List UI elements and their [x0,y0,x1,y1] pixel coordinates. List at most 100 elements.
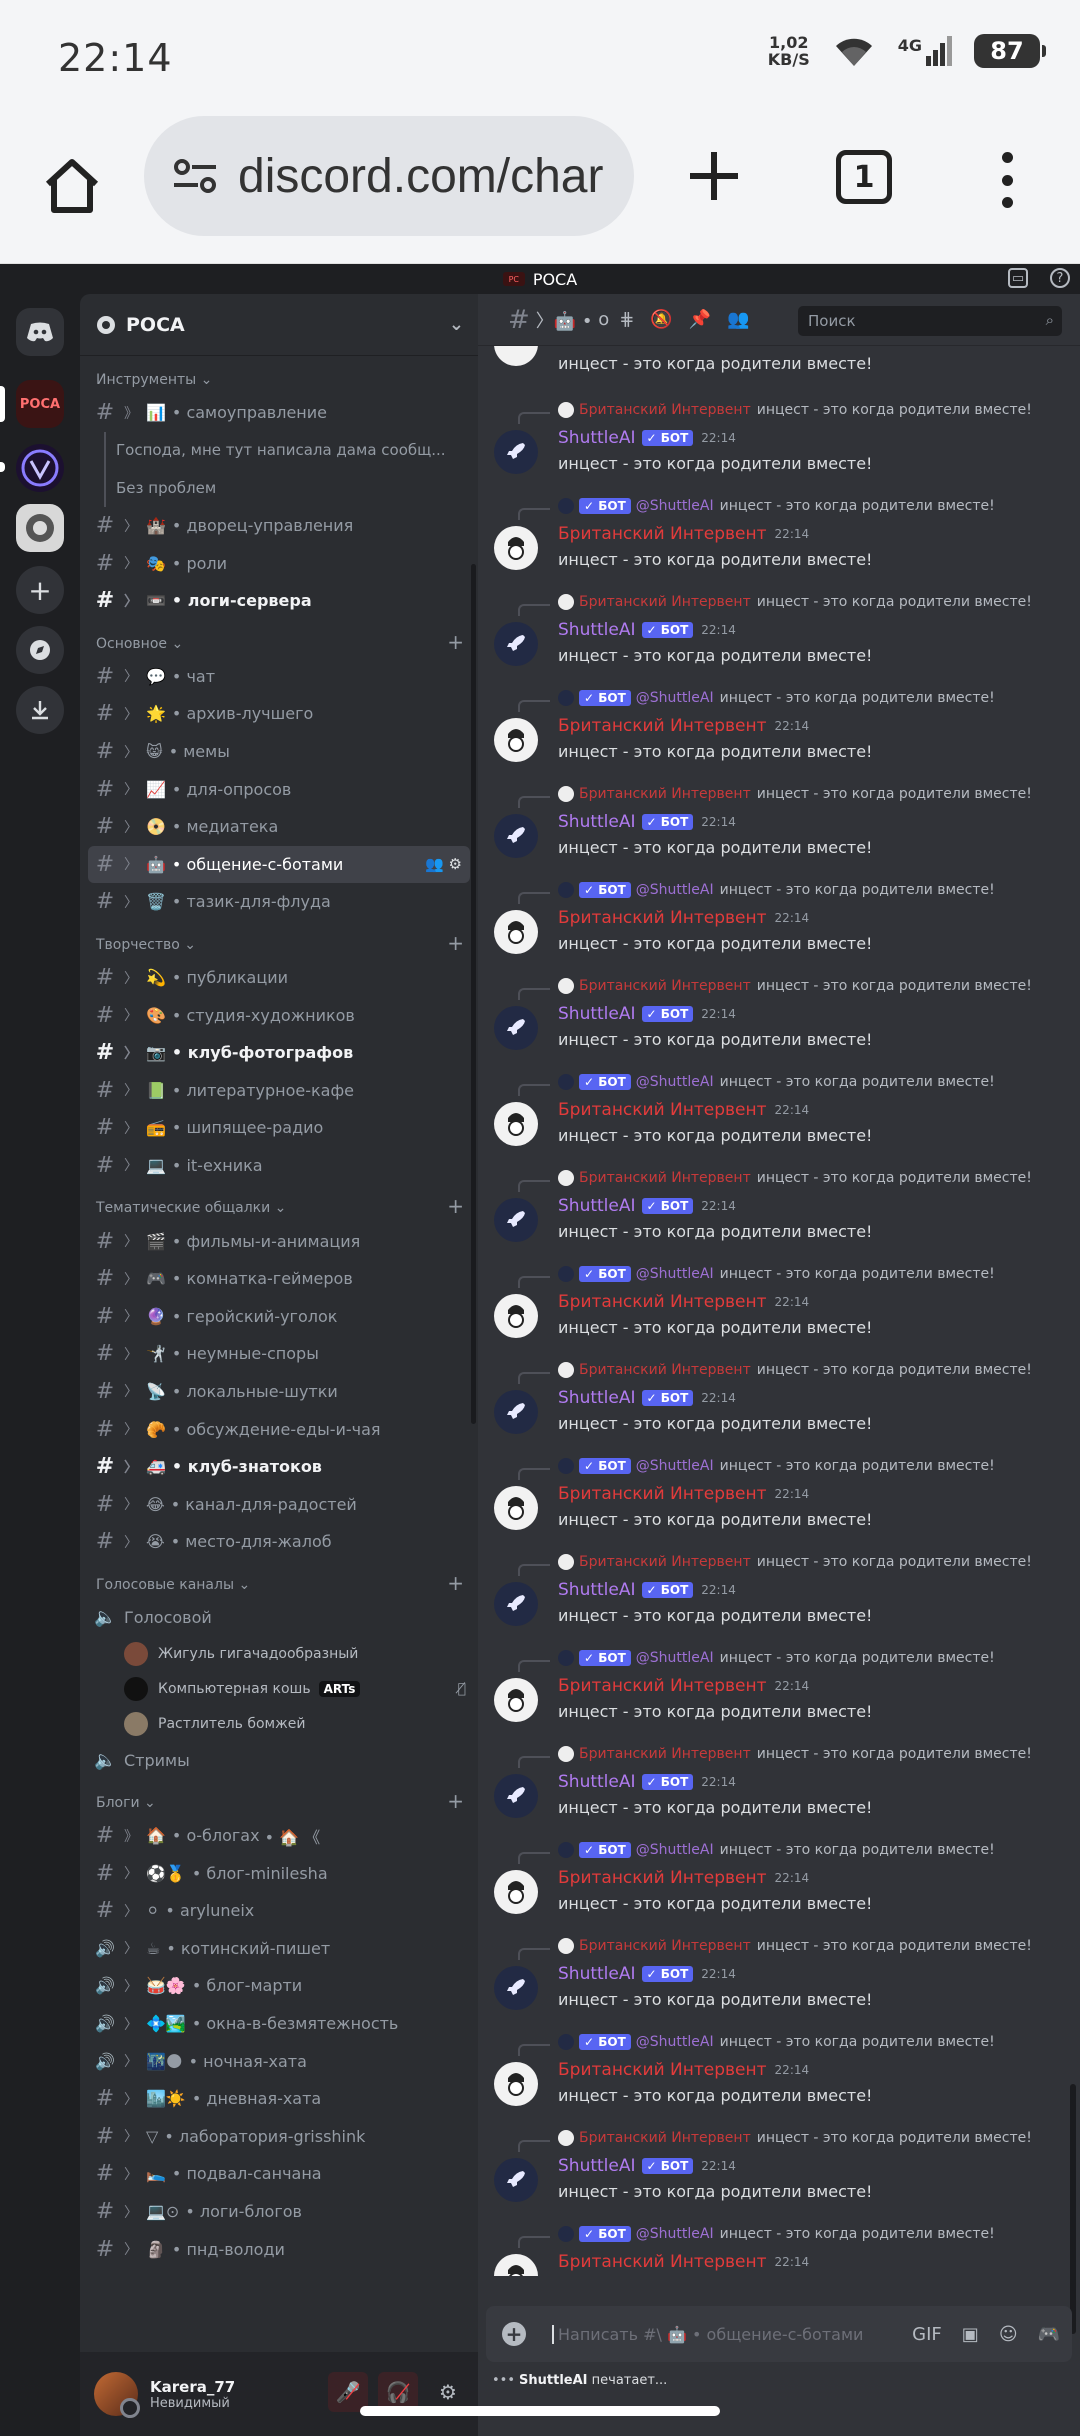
channel-palace[interactable]: # 〉 🏰 • дворец-управления [80,507,478,545]
gif-icon[interactable]: GIF [912,2324,942,2345]
channel-experts[interactable]: # 〉 🚑 • клуб-знатоков [80,1448,478,1486]
channel-flood[interactable]: # 〉 🗑️ • тазик-для-флуда [80,883,478,921]
category-thematic[interactable]: Тематические общалки ⌄ + [80,1184,478,1222]
channel-photo[interactable]: # 〉 📷 • клуб-фотографов [80,1034,478,1072]
channel-heroes[interactable]: # 〉 🔮 • геройский-уголок [80,1297,478,1335]
avatar[interactable] [494,1198,538,1242]
channel-roles[interactable]: # 〉 🎭 • роли [80,544,478,582]
channel-best[interactable]: # 〉 🌟 • архив-лучшего [80,695,478,733]
message-author[interactable]: ShuttleAI [558,1580,636,1600]
emoji-icon[interactable]: ☺ [999,2324,1018,2345]
download-apps-icon[interactable] [16,686,64,734]
voice-channel[interactable]: 🔈 Стримы [80,1741,478,1779]
chat-message[interactable]: ✓ БОТ @ShuttleAI инцест - это когда родите… [478,1448,1080,1544]
thread-item[interactable]: Господа, мне тут написала дама сообщ... [80,431,478,470]
chevron-down-icon[interactable]: ⌄ [449,314,464,335]
avatar[interactable] [494,526,538,570]
chat-scrollbar[interactable] [1070,2084,1076,2334]
reply-preview[interactable]: ✓ БОТ @ShuttleAI инцест - это когда родите… [558,498,995,514]
voice-user[interactable]: Растлитель бомжей [80,1706,478,1741]
channel-radio[interactable]: # 〉 📻 • шипящее-радио [80,1109,478,1147]
channel-about-blogs[interactable]: # 》 🏠 • о-блогах • 🏠 《 [80,1817,478,1855]
explore-servers-icon[interactable] [16,626,64,674]
chat-message[interactable]: Британский Интервент инцест - это когда р… [478,584,1080,680]
discord-home-icon[interactable] [16,308,64,356]
chat-message[interactable]: ✓ БОТ @ShuttleAI инцест - это когда родите… [478,1064,1080,1160]
url-bar[interactable]: discord.com/char [144,116,634,236]
reply-preview[interactable]: ✓ БОТ @ShuttleAI инцест - это когда родите… [558,1074,995,1090]
chat-message[interactable]: ✓ БОТ @ShuttleAI инцест - это когда родите… [478,1832,1080,1928]
gear-icon[interactable]: ⚙ [449,855,462,873]
help-icon[interactable]: ? [1050,268,1070,288]
channel-cellar[interactable]: # 〉 🛌 • подвал-санчана [80,2155,478,2193]
reply-preview[interactable]: ✓ БОТ @ShuttleAI инцест - это когда родите… [558,1266,995,1282]
tab-switcher-button[interactable]: 1 [836,150,892,204]
chat-message[interactable]: Британский Интервент инцест - это когда р… [478,1160,1080,1256]
chat-message[interactable]: Британский Интервент инцест - это когда р… [478,776,1080,872]
reply-preview[interactable]: ✓ БОТ @ShuttleAI инцест - это когда родите… [558,1650,995,1666]
message-author[interactable]: Британский Интервент [558,716,767,736]
add-channel-icon[interactable]: + [447,630,464,654]
channel-food[interactable]: # 〉 🥐 • обсуждение-еды-и-чая [80,1410,478,1448]
message-author[interactable]: Британский Интервент [558,1100,767,1120]
add-channel-icon[interactable]: + [447,931,464,955]
avatar[interactable] [494,2254,538,2276]
chat-message[interactable]: ✓ БОТ @ShuttleAI инцест - это когда родите… [478,1640,1080,1736]
more-menu-icon[interactable] [990,152,1024,208]
message-list[interactable]: инцест - это когда родители вместе! Брит… [478,346,1080,2276]
reply-preview[interactable]: Британский Интервент инцест - это когда р… [558,1938,1032,1954]
channel-kotinsky[interactable]: 🔊 〉 ☕ • котинский-пишет [80,1930,478,1968]
avatar[interactable] [494,718,538,762]
reply-preview[interactable]: Британский Интервент инцест - это когда р… [558,402,1032,418]
threads-icon[interactable]: ⋕ [619,309,634,330]
channel-aryluneix[interactable]: # 〉 ⚪ • aryluneix [80,1892,478,1930]
message-author[interactable]: Британский Интервент [558,2252,767,2272]
server-v-icon[interactable] [16,444,64,492]
channel-lit[interactable]: # 〉 📗 • литературное-кафе [80,1072,478,1110]
chat-message[interactable]: ✓ БОТ @ShuttleAI инцест - это когда родите… [478,488,1080,584]
message-author[interactable]: ShuttleAI [558,1772,636,1792]
reply-preview[interactable]: Британский Интервент инцест - это когда р… [558,1554,1032,1570]
add-attachment-icon[interactable]: + [502,2322,526,2346]
message-author[interactable]: Британский Интервент [558,908,767,928]
avatar[interactable] [494,910,538,954]
reply-preview[interactable]: ✓ БОТ @ShuttleAI инцест - это когда родите… [558,690,995,706]
avatar[interactable] [494,814,538,858]
category-creative[interactable]: Творчество ⌄ + [80,921,478,959]
avatar[interactable] [494,1486,538,1530]
server-rosa-icon[interactable]: РОСА [16,380,64,428]
avatar[interactable] [494,2158,538,2202]
category-tools[interactable]: Инструменты ⌄ [80,356,478,394]
message-author[interactable]: Британский Интервент [558,1868,767,1888]
channel-disputes[interactable]: # 〉 🤺 • неумные-споры [80,1335,478,1373]
channel-gamers[interactable]: # 〉 🎮 • комнатка-геймеров [80,1260,478,1298]
message-author[interactable]: Британский Интервент [558,1292,767,1312]
channel-artists[interactable]: # 〉 🎨 • студия-художников [80,996,478,1034]
notifications-muted-icon[interactable]: 🔕 [650,309,672,330]
server-art-icon[interactable] [16,504,64,552]
avatar[interactable] [494,1006,538,1050]
channel-pubs[interactable]: # 〉 💫 • публикации [80,959,478,997]
message-author[interactable]: Британский Интервент [558,1484,767,1504]
channel-logs[interactable]: # 〉 📼 • логи-сервера [80,582,478,620]
reply-preview[interactable]: ✓ БОТ @ShuttleAI инцест - это когда родите… [558,1458,995,1474]
channel-complaints[interactable]: # 〉 😭 • место-для-жалоб [80,1523,478,1561]
channel-marti[interactable]: 🔊 〉 🥁🌸 • блог-марти [80,1967,478,2005]
avatar[interactable] [494,1102,538,1146]
chat-message[interactable]: ✓ БОТ @ShuttleAI инцест - это когда родите… [478,1256,1080,1352]
reply-preview[interactable]: ✓ БОТ @ShuttleAI инцест - это когда родите… [558,2226,995,2242]
add-channel-icon[interactable]: + [447,1194,464,1218]
channel-media[interactable]: # 〉 📀 • медиатека [80,808,478,846]
reply-preview[interactable]: Британский Интервент инцест - это когда р… [558,1362,1032,1378]
chat-message[interactable]: Британский Интервент инцест - это когда р… [478,1352,1080,1448]
chat-message[interactable]: ✓ БОТ @ShuttleAI инцест - это когда родите… [478,2216,1080,2276]
channel-windows[interactable]: 🔊 〉 💠🏞️ • окна-в-безмятежность [80,2005,478,2043]
message-author[interactable]: ShuttleAI [558,620,636,640]
message-author[interactable]: ShuttleAI [558,812,636,832]
chat-message[interactable]: ✓ БОТ @ShuttleAI инцест - это когда родите… [478,680,1080,776]
voice-user[interactable]: Жигуль гигачадообразный [80,1636,478,1671]
site-settings-icon[interactable] [170,151,220,201]
category-voice[interactable]: Голосовые каналы ⌄ + [80,1561,478,1599]
channel-chat[interactable]: # 〉 💬 • чат [80,658,478,696]
chat-message[interactable]: Британский Интервент инцест - это когда р… [478,1736,1080,1832]
